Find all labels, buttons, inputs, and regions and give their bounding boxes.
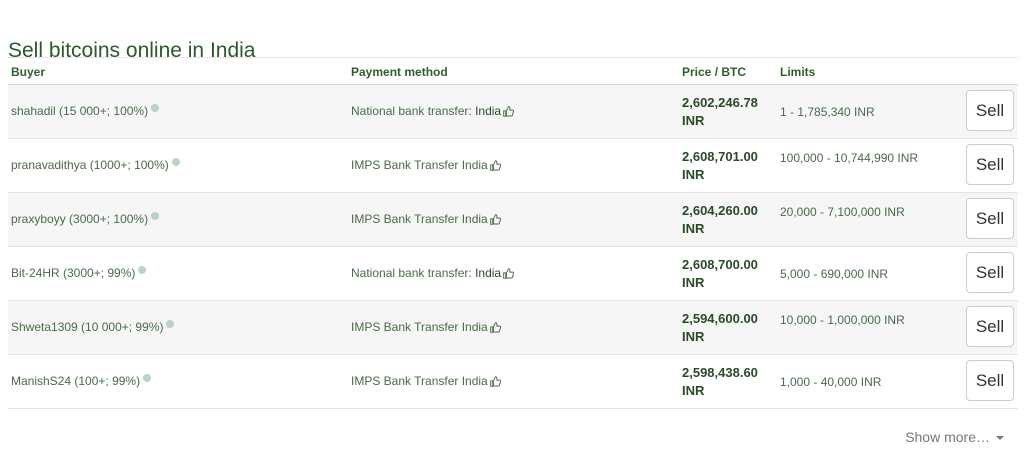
price-currency: INR [682,329,705,344]
buyer-link[interactable]: praxyboyy (3000+; 100%) [11,212,148,226]
header-buyer: Buyer [11,65,46,79]
sell-button[interactable]: Sell [966,252,1014,293]
sell-button[interactable]: Sell [966,306,1014,347]
payment-method-cell: IMPS Bank Transfer India [351,212,501,228]
caret-down-icon [996,436,1004,441]
online-status-dot-icon [166,320,175,328]
thumbs-up-icon [503,268,515,282]
table-row: Shweta1309 (10 000+; 99%) IMPS Bank Trans… [8,301,1018,355]
table-row: praxyboyy (3000+; 100%) IMPS Bank Transfe… [8,193,1018,247]
price-currency: INR [682,113,705,128]
price-cell: 2,602,246.78 INR [682,94,758,130]
price-currency: INR [682,221,705,236]
payment-method-text: IMPS Bank Transfer India [351,374,488,388]
thumbs-up-icon [489,376,501,390]
payment-country: India [475,104,502,118]
payment-method-cell: National bank transfer: India [351,266,515,282]
price-value: 2,598,438.60 [682,365,758,380]
show-more-link[interactable]: Show more… [905,429,1004,445]
limits-cell: 5,000 - 690,000 INR [780,267,889,281]
thumbs-up-icon [489,322,501,336]
buyer-cell: Bit-24HR (3000+; 99%) [11,266,147,280]
payment-method-cell: IMPS Bank Transfer India [351,320,501,336]
buyer-link[interactable]: pranavadithya (1000+; 100%) [11,158,169,172]
price-value: 2,608,700.00 [682,257,758,272]
limits-cell: 20,000 - 7,100,000 INR [780,205,905,219]
header-payment-method: Payment method [351,65,448,79]
limits-cell: 1 - 1,785,340 INR [780,105,875,119]
online-status-dot-icon [138,266,147,274]
buyer-link[interactable]: Shweta1309 (10 000+; 99%) [11,320,163,334]
table-row: pranavadithya (1000+; 100%) IMPS Bank Tra… [8,139,1018,193]
sell-button[interactable]: Sell [966,90,1014,131]
payment-method-text: National bank transfer: [351,266,476,280]
thumbs-up-icon [489,160,501,174]
show-more-label: Show more… [905,429,990,445]
price-cell: 2,604,260.00 INR [682,202,758,238]
buyer-cell: pranavadithya (1000+; 100%) [11,158,180,172]
price-currency: INR [682,275,705,290]
sell-bitcoins-page: Sell bitcoins online in India Buyer Paym… [0,0,1024,471]
online-status-dot-icon [151,104,160,112]
buyer-cell: shahadil (15 000+; 100%) [11,104,160,118]
buyer-cell: ManishS24 (100+; 99%) [11,374,152,388]
header-price: Price / BTC [682,65,747,79]
price-cell: 2,598,438.60 INR [682,364,758,400]
online-status-dot-icon [171,158,180,166]
buyer-link[interactable]: Bit-24HR (3000+; 99%) [11,266,135,280]
price-cell: 2,608,700.00 INR [682,256,758,292]
limits-cell: 1,000 - 40,000 INR [780,375,882,389]
online-status-dot-icon [143,374,152,382]
sell-button[interactable]: Sell [966,198,1014,239]
limits-cell: 10,000 - 1,000,000 INR [780,313,905,327]
payment-method-cell: National bank transfer: India [351,104,515,120]
header-limits: Limits [780,65,816,79]
sell-button[interactable]: Sell [966,144,1014,185]
thumbs-up-icon [489,214,501,228]
table-header: Buyer Payment method Price / BTC Limits [8,58,1018,85]
buyer-cell: Shweta1309 (10 000+; 99%) [11,320,175,334]
price-value: 2,604,260.00 [682,203,758,218]
payment-method-cell: IMPS Bank Transfer India [351,374,501,390]
buyer-link[interactable]: ManishS24 (100+; 99%) [11,374,140,388]
sell-button[interactable]: Sell [966,360,1014,401]
offers-table-body: shahadil (15 000+; 100%) National bank tr… [8,85,1018,409]
price-value: 2,608,701.00 [682,149,758,164]
thumbs-up-icon [503,106,515,120]
payment-method-text: IMPS Bank Transfer India [351,212,488,226]
limits-cell: 100,000 - 10,744,990 INR [780,151,919,165]
payment-method-cell: IMPS Bank Transfer India [351,158,501,174]
payment-method-text: IMPS Bank Transfer India [351,158,488,172]
table-row: Bit-24HR (3000+; 99%) National bank trans… [8,247,1018,301]
table-row: shahadil (15 000+; 100%) National bank tr… [8,85,1018,139]
price-value: 2,594,600.00 [682,311,758,326]
price-cell: 2,594,600.00 INR [682,310,758,346]
buyer-cell: praxyboyy (3000+; 100%) [11,212,160,226]
buyer-link[interactable]: shahadil (15 000+; 100%) [11,104,148,118]
price-currency: INR [682,383,705,398]
table-row: ManishS24 (100+; 99%) IMPS Bank Transfer … [8,355,1018,409]
payment-country: India [475,266,502,280]
payment-method-text: National bank transfer: [351,104,476,118]
payment-method-text: IMPS Bank Transfer India [351,320,488,334]
online-status-dot-icon [151,212,160,220]
price-currency: INR [682,167,705,182]
price-value: 2,602,246.78 [682,95,758,110]
price-cell: 2,608,701.00 INR [682,148,758,184]
